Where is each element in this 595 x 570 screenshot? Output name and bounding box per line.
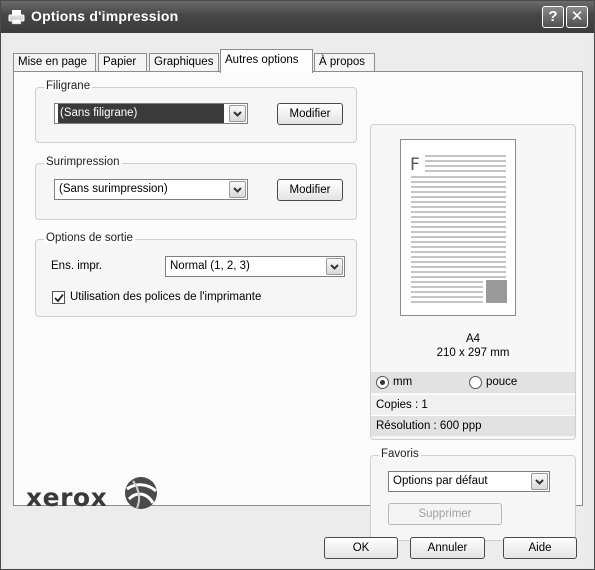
filigrane-select[interactable]: (Sans filigrane) [54,103,248,124]
unit-row: mm pouce [371,372,575,393]
help-button[interactable]: ? [542,6,564,28]
tab-graphiques[interactable]: Graphiques [149,53,219,72]
dialog-body: Mise en page Papier Graphiques Autres op… [4,33,591,568]
ens-impr-value: Normal (1, 2, 3) [170,260,250,272]
page-preview-panel: F A4 210 x 297 mm mm pouce Copies: 1 Ré… [370,124,576,440]
chevron-down-icon [535,479,544,485]
tab-autres-options[interactable]: Autres options [220,49,313,73]
surimpression-select[interactable]: (Sans surimpression) [54,179,248,200]
brand-name: xerox [26,483,108,512]
radio-pouce[interactable] [469,376,482,389]
printer-fonts-checkbox[interactable] [52,291,65,304]
resolution-row: Résolution : 600 ppp [371,415,575,436]
print-options-dialog: Options d'impression ? ✕ Mise en page Pa… [0,0,595,570]
delete-favorite-button[interactable]: Supprimer [388,503,502,525]
ens-impr-select[interactable]: Normal (1, 2, 3) [165,256,345,277]
page-preview: F [400,139,516,316]
ok-button[interactable]: OK [324,537,398,559]
checkmark-icon [54,293,64,303]
chevron-down-icon [233,111,242,117]
copies-row: Copies : 1 [371,394,575,415]
title-bar[interactable]: Options d'impression ? ✕ [1,1,594,33]
dropdown-arrow[interactable] [229,105,246,122]
surimpression-group: Surimpression (Sans surimpression) Modif… [35,156,357,220]
sortie-group: Options de sortie Ens. impr. Normal (1, … [35,232,357,317]
page-letter: F [410,155,420,175]
favoris-group: Favoris Options par défaut Supprimer [370,448,576,541]
surimpression-modify-button[interactable]: Modifier [277,179,343,201]
radio-dot [380,380,385,385]
tab-panel: Filigrane (Sans filigrane) Modifier Suri… [13,71,583,541]
window-title: Options d'impression [31,8,179,24]
ens-impr-label: Ens. impr. [51,260,103,272]
image-block [486,280,507,303]
tab-mise-en-page[interactable]: Mise en page [13,53,96,72]
paper-name: A4 [465,333,481,345]
xerox-sphere-icon [125,477,157,509]
unit-pouce-label[interactable]: pouce [486,372,517,392]
favoris-select[interactable]: Options par défaut [388,471,550,492]
radio-mm[interactable] [376,376,389,389]
dropdown-arrow[interactable] [229,181,246,198]
filigrane-modify-button[interactable]: Modifier [277,103,343,125]
filigrane-group: Filigrane (Sans filigrane) Modifier [35,80,357,143]
close-button[interactable]: ✕ [566,6,588,28]
printer-icon [8,10,25,25]
printer-fonts-label[interactable]: Utilisation des polices de l'imprimante [70,291,261,303]
page-preview-drawing: F [410,155,507,303]
tab-a-propos[interactable]: À propos [314,53,375,72]
cancel-button[interactable]: Annuler [410,537,485,559]
favoris-legend: Favoris [379,448,421,460]
filigrane-legend: Filigrane [44,80,93,92]
aide-button[interactable]: Aide [503,537,577,559]
surimpression-value: (Sans surimpression) [59,183,168,195]
chevron-down-icon [330,264,339,270]
dropdown-arrow[interactable] [326,258,343,275]
surimpression-legend: Surimpression [44,156,122,168]
resolution-text: Résolution : 600 ppp [376,420,482,432]
copies-text: Copies : 1 [376,399,428,411]
unit-mm-label[interactable]: mm [393,372,412,392]
tab-papier[interactable]: Papier [98,53,147,72]
dropdown-arrow[interactable] [531,473,548,490]
chevron-down-icon [233,187,242,193]
paper-size: 210 x 297 mm [436,347,510,359]
filigrane-value: (Sans filigrane) [58,104,224,123]
favoris-value: Options par défaut [393,475,488,487]
sortie-legend: Options de sortie [44,232,135,244]
